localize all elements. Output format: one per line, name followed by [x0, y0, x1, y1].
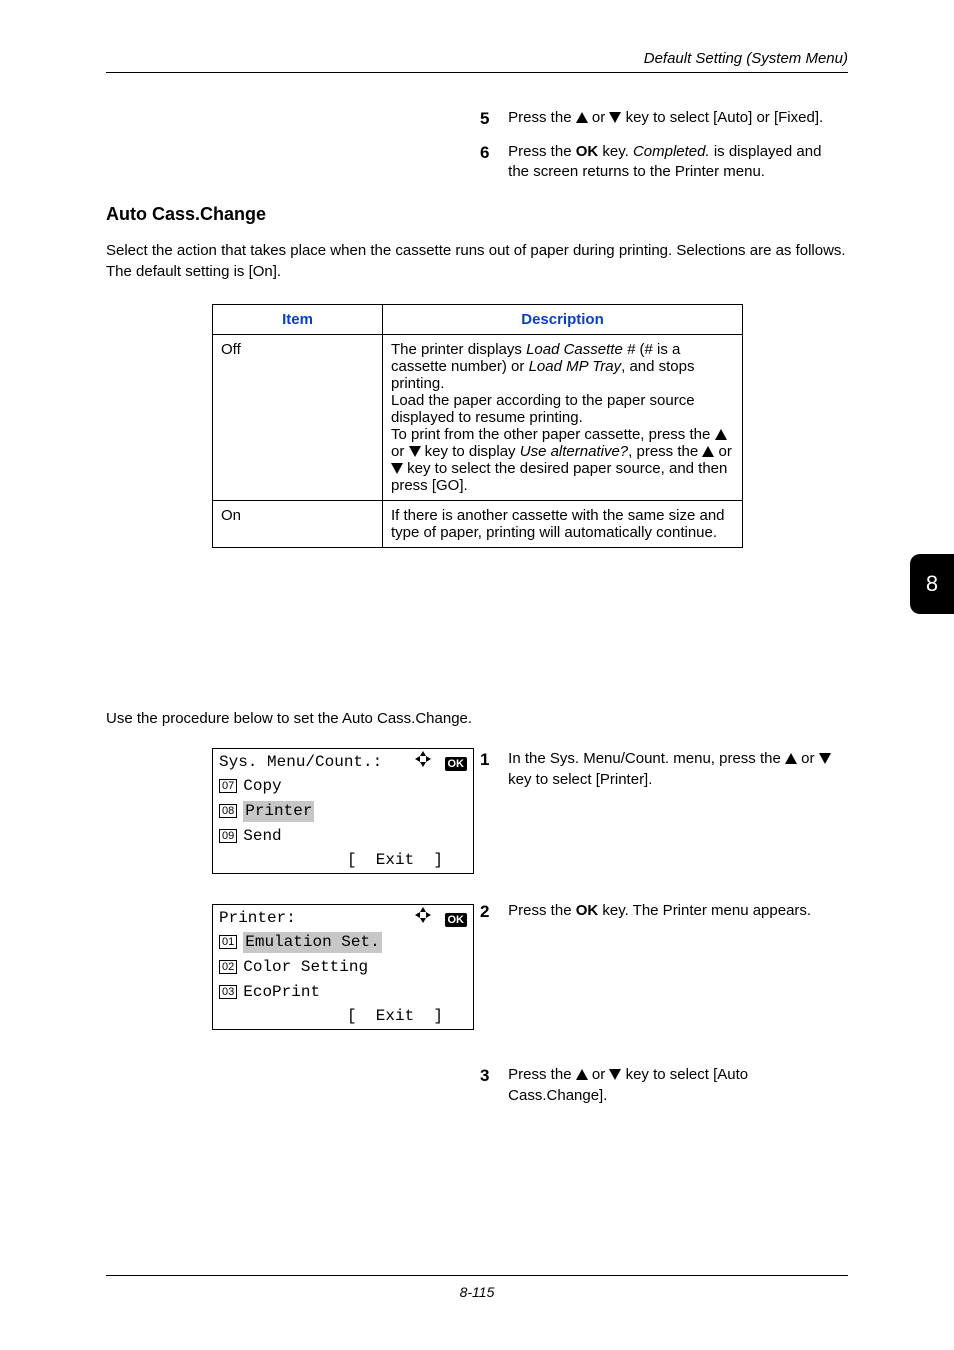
step-text: key.: [602, 143, 633, 160]
desc-text: or: [714, 443, 732, 460]
table-cell-item: Off: [213, 335, 383, 501]
step-number: 2: [480, 900, 504, 924]
lcd-title: Printer:: [219, 909, 296, 927]
table-row: Off The printer displays Load Cassette #…: [213, 335, 743, 501]
lcd-item-label: EcoPrint: [243, 982, 320, 1003]
step-text-bold: OK: [576, 143, 599, 160]
lcd-item: 08 Printer: [213, 799, 473, 824]
desc-text: The printer displays: [391, 341, 526, 358]
desc-text: key to select the desired paper source, …: [391, 460, 727, 494]
procedure-step-3: 3 Press the or key to select [Auto Cass.…: [480, 1064, 848, 1106]
step-text: In the Sys. Menu/Count. menu, press the: [508, 750, 785, 767]
step-text: key to select [Printer].: [508, 771, 652, 788]
step-text: Press the: [508, 902, 576, 919]
description-table: Item Description Off The printer display…: [212, 304, 743, 548]
lcd-item: 03 EcoPrint: [213, 980, 473, 1005]
lcd-header-row: Printer: OK: [213, 905, 473, 930]
step-number: 6: [480, 142, 504, 165]
lcd-item-label-highlighted: Emulation Set.: [243, 932, 381, 953]
lcd-header-row: Sys. Menu/Count.: OK: [213, 749, 473, 774]
step-text: or: [592, 109, 610, 126]
desc-italic: Load Cassette #: [526, 341, 635, 358]
page-number: 8-115: [0, 1284, 954, 1300]
ok-icon: OK: [445, 757, 468, 771]
procedure-intro: Use the procedure below to set the Auto …: [106, 710, 472, 727]
desc-text: To print from the other paper cassette, …: [391, 426, 715, 443]
lcd-title: Sys. Menu/Count.:: [219, 753, 382, 771]
lcd-item-number: 03: [219, 985, 237, 999]
step-text: Press the: [508, 1066, 576, 1083]
lcd-item: 02 Color Setting: [213, 955, 473, 980]
step-number: 1: [480, 748, 504, 772]
step-text: Press the: [508, 143, 576, 160]
lcd-item-number: 08: [219, 804, 237, 818]
section-intro: Select the action that takes place when …: [106, 240, 848, 282]
lcd-footer: [ Exit ]: [213, 1004, 473, 1029]
ok-icon: OK: [445, 913, 468, 927]
running-header: Default Setting (System Menu): [644, 50, 848, 67]
nav-diamond-icon: [415, 907, 431, 923]
chapter-tab: 8: [910, 554, 954, 614]
lcd-item: 07 Copy: [213, 774, 473, 799]
table-header-description: Description: [383, 305, 743, 335]
up-arrow-icon: [702, 446, 714, 457]
step-text: key. The Printer menu appears.: [602, 902, 811, 919]
table-cell-item: On: [213, 501, 383, 548]
lcd-item-label-highlighted: Printer: [243, 801, 314, 822]
down-arrow-icon: [391, 463, 403, 474]
table-cell-description: If there is another cassette with the sa…: [383, 501, 743, 548]
procedure-step-2: 2 Press the OK key. The Printer menu app…: [480, 900, 848, 924]
lcd-item-number: 07: [219, 779, 237, 793]
table-header-item: Item: [213, 305, 383, 335]
lcd-item-label: Color Setting: [243, 957, 368, 978]
step-6: 6 Press the OK key. Completed. is displa…: [480, 142, 848, 183]
desc-italic: Use alternative?: [520, 443, 628, 460]
desc-text: or: [391, 443, 409, 460]
header-rule: [106, 72, 848, 73]
lcd-item-number: 02: [219, 960, 237, 974]
lcd-item-label: Send: [243, 826, 281, 847]
table-cell-description: The printer displays Load Cassette # (# …: [383, 335, 743, 501]
down-arrow-icon: [609, 1069, 621, 1080]
lcd-item-label: Copy: [243, 776, 281, 797]
procedure-step-1: 1 In the Sys. Menu/Count. menu, press th…: [480, 748, 848, 790]
up-arrow-icon: [785, 753, 797, 764]
up-arrow-icon: [715, 429, 727, 440]
step-text: key to select [Auto] or [Fixed].: [626, 109, 824, 126]
desc-italic: Load MP Tray: [529, 358, 622, 375]
step-number: 5: [480, 108, 504, 131]
down-arrow-icon: [409, 446, 421, 457]
step-text: or: [592, 1066, 610, 1083]
table-row: On If there is another cassette with the…: [213, 501, 743, 548]
lcd-panel-printer: Printer: OK 01 Emulation Set. 02 Color Set…: [212, 904, 474, 1030]
lcd-panel-sys-menu: Sys. Menu/Count.: OK 07 Copy 08 Printer 09…: [212, 748, 474, 874]
down-arrow-icon: [609, 112, 621, 123]
step-text-bold: OK: [576, 902, 599, 919]
lcd-item: 01 Emulation Set.: [213, 930, 473, 955]
up-arrow-icon: [576, 1069, 588, 1080]
lcd-item-number: 09: [219, 829, 237, 843]
step-text-italic: Completed.: [633, 143, 710, 160]
desc-text: , press the: [628, 443, 702, 460]
lcd-footer: [ Exit ]: [213, 848, 473, 873]
nav-diamond-icon: [415, 751, 431, 767]
step-number: 3: [480, 1064, 504, 1088]
footer-rule: [106, 1275, 848, 1276]
step-5: 5 Press the or key to select [Auto] or […: [480, 108, 848, 131]
section-heading: Auto Cass.Change: [106, 204, 266, 225]
lcd-item-number: 01: [219, 935, 237, 949]
up-arrow-icon: [576, 112, 588, 123]
desc-text: key to display: [421, 443, 520, 460]
down-arrow-icon: [819, 753, 831, 764]
step-text: Press the: [508, 109, 576, 126]
step-text: or: [801, 750, 819, 767]
lcd-item: 09 Send: [213, 824, 473, 849]
desc-text: Load the paper according to the paper so…: [391, 392, 695, 426]
